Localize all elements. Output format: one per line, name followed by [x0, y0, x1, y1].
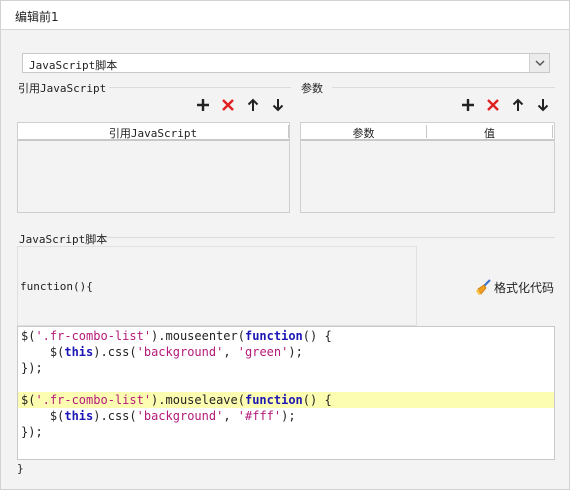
column-separator [288, 125, 289, 138]
script-type-select[interactable]: JavaScript脚本 [22, 53, 550, 73]
code-editor[interactable]: $('.fr-combo-list').mouseenter(function(… [17, 326, 555, 460]
code-line[interactable]: }); [18, 360, 554, 376]
title-bar: 编辑前1 [1, 1, 569, 30]
references-table[interactable]: 引用JavaScript [17, 122, 290, 213]
code-keyword: function [244, 329, 303, 343]
code-text: () { [302, 393, 332, 407]
references-move-up-button[interactable] [244, 96, 262, 114]
references-add-button[interactable] [194, 96, 212, 114]
references-divider [109, 87, 291, 88]
params-move-up-button[interactable] [509, 96, 527, 114]
code-string: '.fr-combo-list' [35, 329, 152, 343]
code-keyword: this [64, 409, 94, 423]
code-string: 'background' [136, 409, 224, 423]
plus-icon [197, 99, 209, 111]
code-text: }); [21, 425, 43, 439]
code-text: ).css( [93, 409, 137, 423]
plus-icon [462, 99, 474, 111]
code-string: 'background' [136, 345, 224, 359]
code-keyword: function [244, 393, 303, 407]
params-label: 参数 [301, 82, 323, 95]
code-line[interactable]: $(this).css('background', '#fff'); [18, 408, 554, 424]
arrow-down-icon [272, 99, 284, 112]
column-header-param[interactable]: 参数 [301, 125, 426, 141]
column-header-reference[interactable]: 引用JavaScript [18, 125, 288, 141]
params-add-button[interactable] [459, 96, 477, 114]
dropdown-button[interactable] [529, 54, 549, 72]
function-header: function(){ [20, 280, 93, 293]
code-text: }); [21, 361, 43, 375]
code-string: '.fr-combo-list' [35, 393, 152, 407]
code-line[interactable]: $('.fr-combo-list').mouseenter(function(… [18, 328, 554, 344]
code-line[interactable]: $('.fr-combo-list').mouseleave(function(… [18, 392, 554, 408]
params-table[interactable]: 参数 值 [300, 122, 555, 213]
code-text: ); [281, 409, 296, 423]
code-text: $( [21, 345, 65, 359]
params-table-header: 参数 值 [301, 123, 554, 141]
code-string: '#fff' [237, 409, 282, 423]
references-delete-button[interactable] [219, 96, 237, 114]
function-closing: } [17, 462, 24, 475]
references-label: 引用JavaScript [18, 82, 107, 95]
code-text: ).mouseenter( [151, 329, 245, 343]
code-text: $( [21, 329, 36, 343]
format-code-label: 格式化代码 [494, 281, 555, 295]
red-x-icon [222, 99, 234, 111]
script-type-value: JavaScript脚本 [29, 59, 118, 72]
code-text: , [223, 345, 238, 359]
arrow-up-icon [512, 98, 524, 111]
params-divider [332, 87, 555, 88]
references-table-header: 引用JavaScript [18, 123, 289, 141]
editor-dialog: 编辑前1 JavaScript脚本 引用JavaScript 引用JavaScr… [0, 0, 570, 490]
code-line[interactable]: }); [18, 424, 554, 440]
red-x-icon [487, 99, 499, 111]
code-text: ).css( [93, 345, 137, 359]
dialog-title: 编辑前1 [15, 10, 59, 24]
code-string: 'green' [237, 345, 289, 359]
code-line[interactable] [18, 376, 554, 392]
params-move-down-button[interactable] [534, 96, 552, 114]
references-move-down-button[interactable] [269, 96, 287, 114]
broom-icon [476, 279, 491, 295]
code-text: ); [288, 345, 303, 359]
code-text: $( [21, 393, 36, 407]
chevron-down-icon [535, 60, 545, 67]
code-text: ).mouseleave( [151, 393, 245, 407]
code-text: $( [21, 409, 65, 423]
code-text: () { [302, 329, 332, 343]
column-separator [552, 125, 553, 138]
code-line[interactable]: $(this).css('background', 'green'); [18, 344, 554, 360]
arrow-up-icon [247, 98, 259, 111]
code-text: , [223, 409, 238, 423]
params-delete-button[interactable] [484, 96, 502, 114]
arrow-down-icon [537, 99, 549, 112]
function-header-area: function(){ [17, 246, 417, 326]
column-header-value[interactable]: 值 [427, 125, 552, 141]
script-divider [105, 237, 555, 238]
format-code-button[interactable]: 格式化代码 [473, 277, 563, 297]
script-section-label: JavaScript脚本 [19, 233, 108, 246]
code-keyword: this [64, 345, 94, 359]
